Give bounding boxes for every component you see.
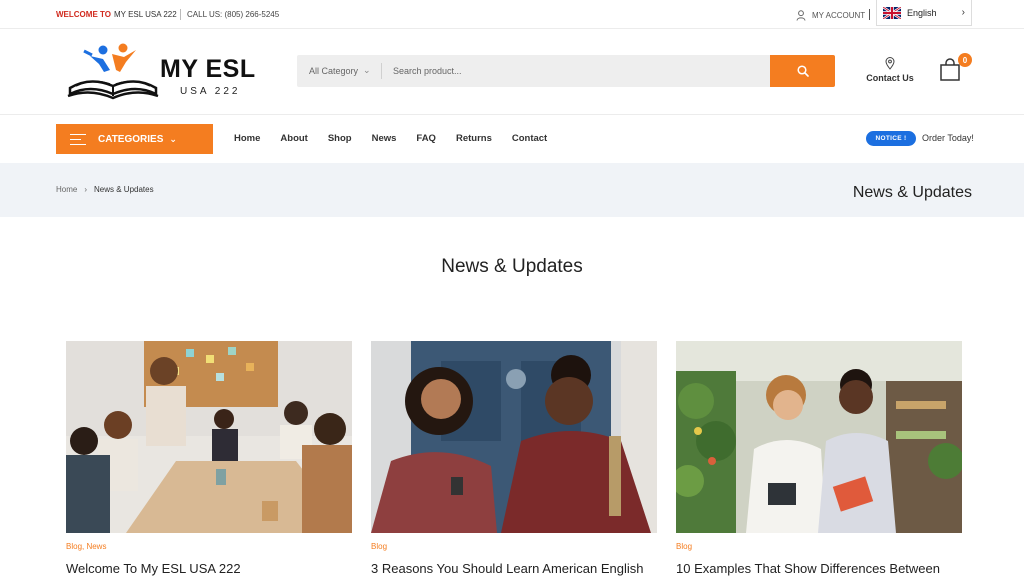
post-image-students[interactable] <box>371 341 657 533</box>
post-title[interactable]: 3 Reasons You Should Learn American Engl… <box>371 561 657 576</box>
breadcrumb-home[interactable]: Home <box>56 185 77 194</box>
top-bar: WELCOME TO MY ESL USA 222 CALL US: (805)… <box>0 0 1024 29</box>
search-icon <box>796 65 809 77</box>
post-card[interactable]: Blog, News Welcome To My ESL USA 222 <box>66 341 352 576</box>
menu-icon <box>70 133 86 145</box>
notice-badge: NOTICE ! <box>866 131 916 146</box>
my-account-label: MY ACCOUNT <box>812 10 866 20</box>
nav-about[interactable]: About <box>280 133 307 144</box>
logo-subtitle: USA 222 <box>180 86 241 97</box>
chevron-right-icon: › <box>84 185 88 194</box>
post-title[interactable]: 10 Examples That Show Differences Betwee… <box>676 561 962 576</box>
language-label: English <box>907 7 937 18</box>
welcome-site-name: MY ESL USA 222 <box>114 10 177 19</box>
search-bar: All Category ⌄ <box>297 55 835 87</box>
post-categories[interactable]: Blog <box>676 542 962 551</box>
logo-title: MY ESL <box>160 55 256 83</box>
nav-faq[interactable]: FAQ <box>416 133 436 144</box>
breadcrumb-current: News & Updates <box>94 185 154 194</box>
user-icon <box>796 9 806 21</box>
nav-contact[interactable]: Contact <box>512 133 547 144</box>
categories-button[interactable]: CATEGORIES ⌄ <box>56 124 213 154</box>
divider <box>180 9 181 20</box>
logo-book-icon <box>67 43 159 100</box>
contact-us-label: Contact Us <box>866 73 914 83</box>
cart-count-badge: 0 <box>958 53 972 67</box>
contact-us-link[interactable]: Contact Us <box>862 57 918 83</box>
breadcrumb: Home › News & Updates <box>56 185 154 194</box>
order-today-text: Order Today! <box>922 133 974 143</box>
divider <box>869 9 870 20</box>
post-categories[interactable]: Blog <box>371 542 657 551</box>
search-input[interactable] <box>393 55 763 87</box>
nav-shop[interactable]: Shop <box>328 133 352 144</box>
page-title: News & Updates <box>852 184 972 201</box>
call-us-text: CALL US: (805) 266-5245 <box>187 10 280 19</box>
post-image-colleagues[interactable] <box>676 341 962 533</box>
uk-flag-icon <box>883 6 901 19</box>
post-title[interactable]: Welcome To My ESL USA 222 <box>66 561 352 576</box>
post-categories[interactable]: Blog, News <box>66 542 352 551</box>
post-card[interactable]: Blog 10 Examples That Show Differences B… <box>676 341 962 576</box>
post-image-meeting[interactable] <box>66 341 352 533</box>
language-selector[interactable]: English › <box>876 0 972 26</box>
post-card[interactable]: Blog 3 Reasons You Should Learn American… <box>371 341 657 576</box>
map-pin-icon <box>885 57 895 70</box>
nav-news[interactable]: News <box>372 133 397 144</box>
my-account-link[interactable]: MY ACCOUNT <box>796 8 865 22</box>
chevron-down-icon: ⌄ <box>169 133 177 144</box>
section-title: News & Updates <box>441 256 583 277</box>
search-category-select[interactable]: All Category <box>309 66 358 76</box>
categories-label: CATEGORIES <box>98 133 164 145</box>
nav-home[interactable]: Home <box>234 133 260 144</box>
chevron-right-icon: › <box>961 7 965 18</box>
search-button[interactable] <box>770 55 835 87</box>
main-nav: Home About Shop News FAQ Returns Contact <box>234 133 567 144</box>
divider <box>381 63 382 79</box>
chevron-down-icon: ⌄ <box>363 65 371 75</box>
welcome-text: WELCOME TO <box>56 10 111 19</box>
nav-returns[interactable]: Returns <box>456 133 492 144</box>
